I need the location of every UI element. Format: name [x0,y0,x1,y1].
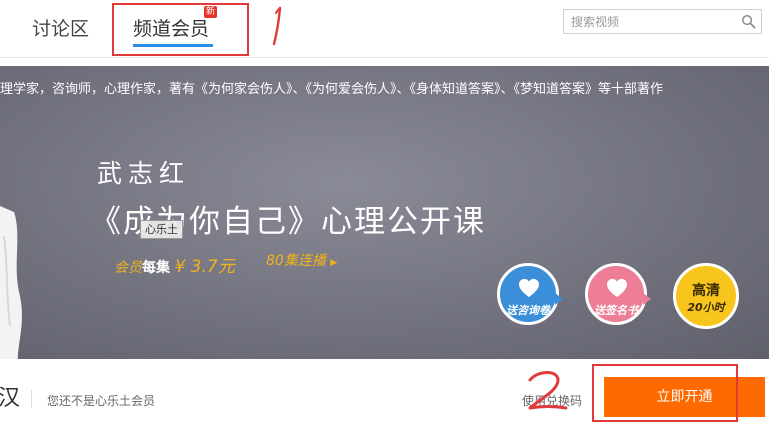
badge-signed-book: 送签名书 [585,263,651,325]
play-arrow-icon: ▶ [330,258,338,268]
badge-consult-voucher: 送咨询卷 [497,263,563,325]
annotation-mark-1 [272,6,282,46]
annotation-box-1 [112,3,249,56]
search-input[interactable] [564,10,734,33]
search-box[interactable] [563,9,762,34]
channel-name-fragment: 汉 [0,386,21,411]
top-divider [0,57,769,58]
heart-icon [607,278,627,298]
badge-hd-sub: 20小时 [687,301,725,314]
membership-bar: 汉 您还不是心乐土会员 使用兑换码 2 立即开通 [0,359,769,423]
price-each: 每集 [142,260,170,276]
membership-status: 您还不是心乐土会员 [47,394,156,408]
price-amount: ¥ 3.7元 [174,257,235,277]
episode-count: 80集连播 ▶ [266,250,337,270]
badge-consult-label: 送咨询卷 [506,304,550,317]
channel-top-bar: 讨论区 频道会员 新 1 [0,0,769,56]
author-name: 武志红 [97,159,191,188]
heart-icon [519,278,539,298]
badge-sign-label: 送签名书 [594,304,638,317]
search-icon[interactable] [741,14,756,29]
annotation-box-2 [592,364,738,422]
member-price: 会员每集 ¥ 3.7元 [114,252,235,277]
course-banner[interactable]: 理学家，咨询师，心理作家，著有《为何家会伤人》、《为何爱会伤人》、《身体知道答案… [0,66,769,359]
watermark-tag: 心乐土 [140,220,183,239]
bottom-separator [31,390,32,408]
tab-discussion[interactable]: 讨论区 [32,14,89,41]
badge-hd-main: 高清 [692,283,720,299]
author-intro-marquee: 理学家，咨询师，心理作家，著有《为何家会伤人》、《为何爱会伤人》、《身体知道答案… [0,82,664,97]
episode-count-label: 80集连播 [266,253,326,269]
badge-hd-hours: 高清 20小时 [673,263,739,329]
annotation-mark-2 [528,371,568,410]
price-prefix: 会员 [114,260,142,276]
author-photo-edge [0,206,22,359]
